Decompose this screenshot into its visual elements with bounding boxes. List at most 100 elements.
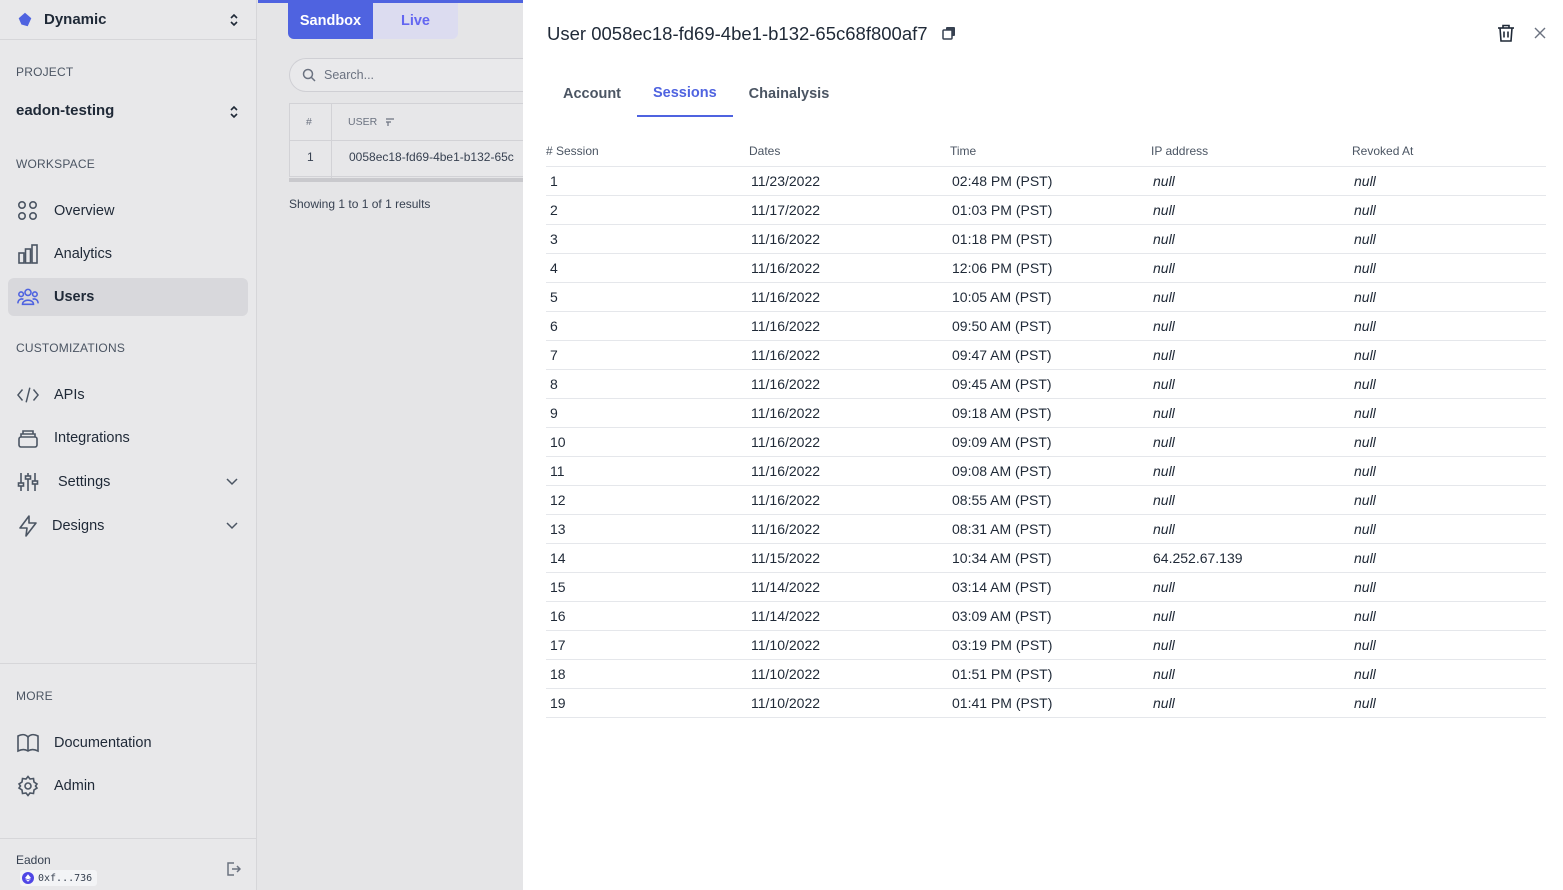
session-revoked-cell: null [1350, 340, 1546, 370]
session-time-cell: 09:08 AM (PST) [948, 456, 1149, 486]
sidebar-item-label: Admin [54, 778, 96, 794]
chevron-updown-icon [230, 13, 238, 27]
table-row-index: 1 [307, 150, 314, 164]
sidebar-item-settings[interactable]: Settings [8, 463, 248, 501]
more-section-label: MORE [16, 689, 53, 703]
horizontal-scrollbar[interactable] [289, 178, 529, 182]
search-placeholder: Search... [324, 68, 375, 82]
session-time-cell: 09:09 AM (PST) [948, 427, 1149, 457]
session-ip-cell: null [1149, 398, 1350, 428]
session-ip-cell: null [1149, 253, 1350, 283]
wallet-badge[interactable]: 0xf...736 [20, 870, 98, 886]
session-ip-cell: null [1149, 572, 1350, 602]
table-row: 7 11/16/2022 09:47 AM (PST) null null [546, 340, 1546, 370]
session-revoked-cell: null [1350, 427, 1546, 457]
session-revoked-cell: null [1350, 630, 1546, 660]
project-name: eadon-testing [16, 102, 115, 119]
session-session-cell: 12 [546, 485, 747, 515]
session-revoked-cell: null [1350, 514, 1546, 544]
session-date-cell: 11/23/2022 [747, 166, 948, 196]
session-revoked-cell: null [1350, 485, 1546, 515]
session-session-cell: 10 [546, 427, 747, 457]
sort-icon[interactable] [385, 117, 395, 127]
session-date-cell: 11/16/2022 [747, 369, 948, 399]
sidebar-item-users[interactable]: Users [8, 278, 248, 316]
session-date-cell: 11/16/2022 [747, 398, 948, 428]
column-header-user[interactable]: USER [348, 116, 377, 128]
session-time-cell: 09:50 AM (PST) [948, 311, 1149, 341]
column-header-time: Time [948, 137, 1149, 167]
close-icon[interactable] [1534, 27, 1546, 39]
org-switcher[interactable]: Dynamic [0, 0, 257, 40]
session-revoked-cell: null [1350, 659, 1546, 689]
session-ip-cell: null [1149, 311, 1350, 341]
sidebar-item-analytics[interactable]: Analytics [8, 235, 248, 273]
sidebar-item-apis[interactable]: APIs [8, 376, 248, 414]
session-session-cell: 16 [546, 601, 747, 631]
session-time-cell: 09:45 AM (PST) [948, 369, 1149, 399]
session-ip-cell: null [1149, 340, 1350, 370]
table-row: 17 11/10/2022 03:19 PM (PST) null null [546, 630, 1546, 660]
live-button[interactable]: Live [373, 3, 458, 39]
sidebar-item-label: APIs [54, 387, 85, 403]
session-session-cell: 4 [546, 253, 747, 283]
logout-icon[interactable] [225, 861, 241, 877]
session-revoked-cell: null [1350, 572, 1546, 602]
table-row: 18 11/10/2022 01:51 PM (PST) null null [546, 659, 1546, 689]
session-session-cell: 18 [546, 659, 747, 689]
tab-sessions[interactable]: Sessions [637, 70, 733, 117]
session-time-cell: 09:18 AM (PST) [948, 398, 1149, 428]
session-time-cell: 01:18 PM (PST) [948, 224, 1149, 254]
sandbox-button[interactable]: Sandbox [288, 3, 373, 39]
drawer-title: User 0058ec18-fd69-4be1-b132-65c68f800af… [547, 23, 928, 44]
copy-icon[interactable] [942, 26, 956, 40]
sidebar-item-integrations[interactable]: Integrations [8, 419, 248, 457]
session-date-cell: 11/16/2022 [747, 514, 948, 544]
session-time-cell: 03:19 PM (PST) [948, 630, 1149, 660]
gear-icon [17, 775, 39, 797]
session-time-cell: 10:05 AM (PST) [948, 282, 1149, 312]
column-header-dates: Dates [747, 137, 948, 167]
user-detail-drawer: User 0058ec18-fd69-4be1-b132-65c68f800af… [523, 0, 1563, 890]
code-icon [17, 384, 39, 406]
session-ip-cell: null [1149, 688, 1350, 718]
table-row: 9 11/16/2022 09:18 AM (PST) null null [546, 398, 1546, 428]
table-row-user-id[interactable]: 0058ec18-fd69-4be1-b132-65c [349, 150, 527, 164]
sidebar-item-label: Overview [54, 203, 115, 219]
session-date-cell: 11/14/2022 [747, 601, 948, 631]
table-row: 2 11/17/2022 01:03 PM (PST) null null [546, 195, 1546, 225]
session-ip-cell: null [1149, 282, 1350, 312]
sidebar-item-label: Users [54, 289, 95, 305]
tab-account[interactable]: Account [547, 70, 637, 117]
session-session-cell: 3 [546, 224, 747, 254]
sidebar-item-designs[interactable]: Designs [8, 507, 248, 545]
session-ip-cell: null [1149, 369, 1350, 399]
session-session-cell: 8 [546, 369, 747, 399]
session-ip-cell: null [1149, 601, 1350, 631]
sliders-icon [17, 471, 39, 493]
table-row: 14 11/15/2022 10:34 AM (PST) 64.252.67.139 n… [546, 543, 1546, 573]
search-input[interactable]: Search... [289, 58, 529, 92]
table-row: 8 11/16/2022 09:45 AM (PST) null null [546, 369, 1546, 399]
session-session-cell: 13 [546, 514, 747, 544]
session-date-cell: 11/15/2022 [747, 543, 948, 573]
workspace-section-label: WORKSPACE [16, 157, 95, 171]
session-session-cell: 9 [546, 398, 747, 428]
sidebar-item-admin[interactable]: Admin [8, 767, 248, 805]
trash-icon[interactable] [1496, 23, 1516, 43]
session-revoked-cell: null [1350, 253, 1546, 283]
session-revoked-cell: null [1350, 369, 1546, 399]
sidebar-item-documentation[interactable]: Documentation [8, 724, 248, 762]
session-date-cell: 11/16/2022 [747, 485, 948, 515]
session-session-cell: 17 [546, 630, 747, 660]
users-table: # USER 1 0058ec18-fd69-4be1-b132-65c [289, 103, 530, 178]
session-date-cell: 11/16/2022 [747, 427, 948, 457]
session-revoked-cell: null [1350, 224, 1546, 254]
session-session-cell: 1 [546, 166, 747, 196]
lightning-icon [17, 515, 39, 537]
table-row: 6 11/16/2022 09:50 AM (PST) null null [546, 311, 1546, 341]
sidebar-item-overview[interactable]: Overview [8, 192, 248, 230]
tab-chainalysis[interactable]: Chainalysis [733, 70, 846, 117]
table-row: 10 11/16/2022 09:09 AM (PST) null null [546, 427, 1546, 457]
table-row: 11 11/16/2022 09:08 AM (PST) null null [546, 456, 1546, 486]
